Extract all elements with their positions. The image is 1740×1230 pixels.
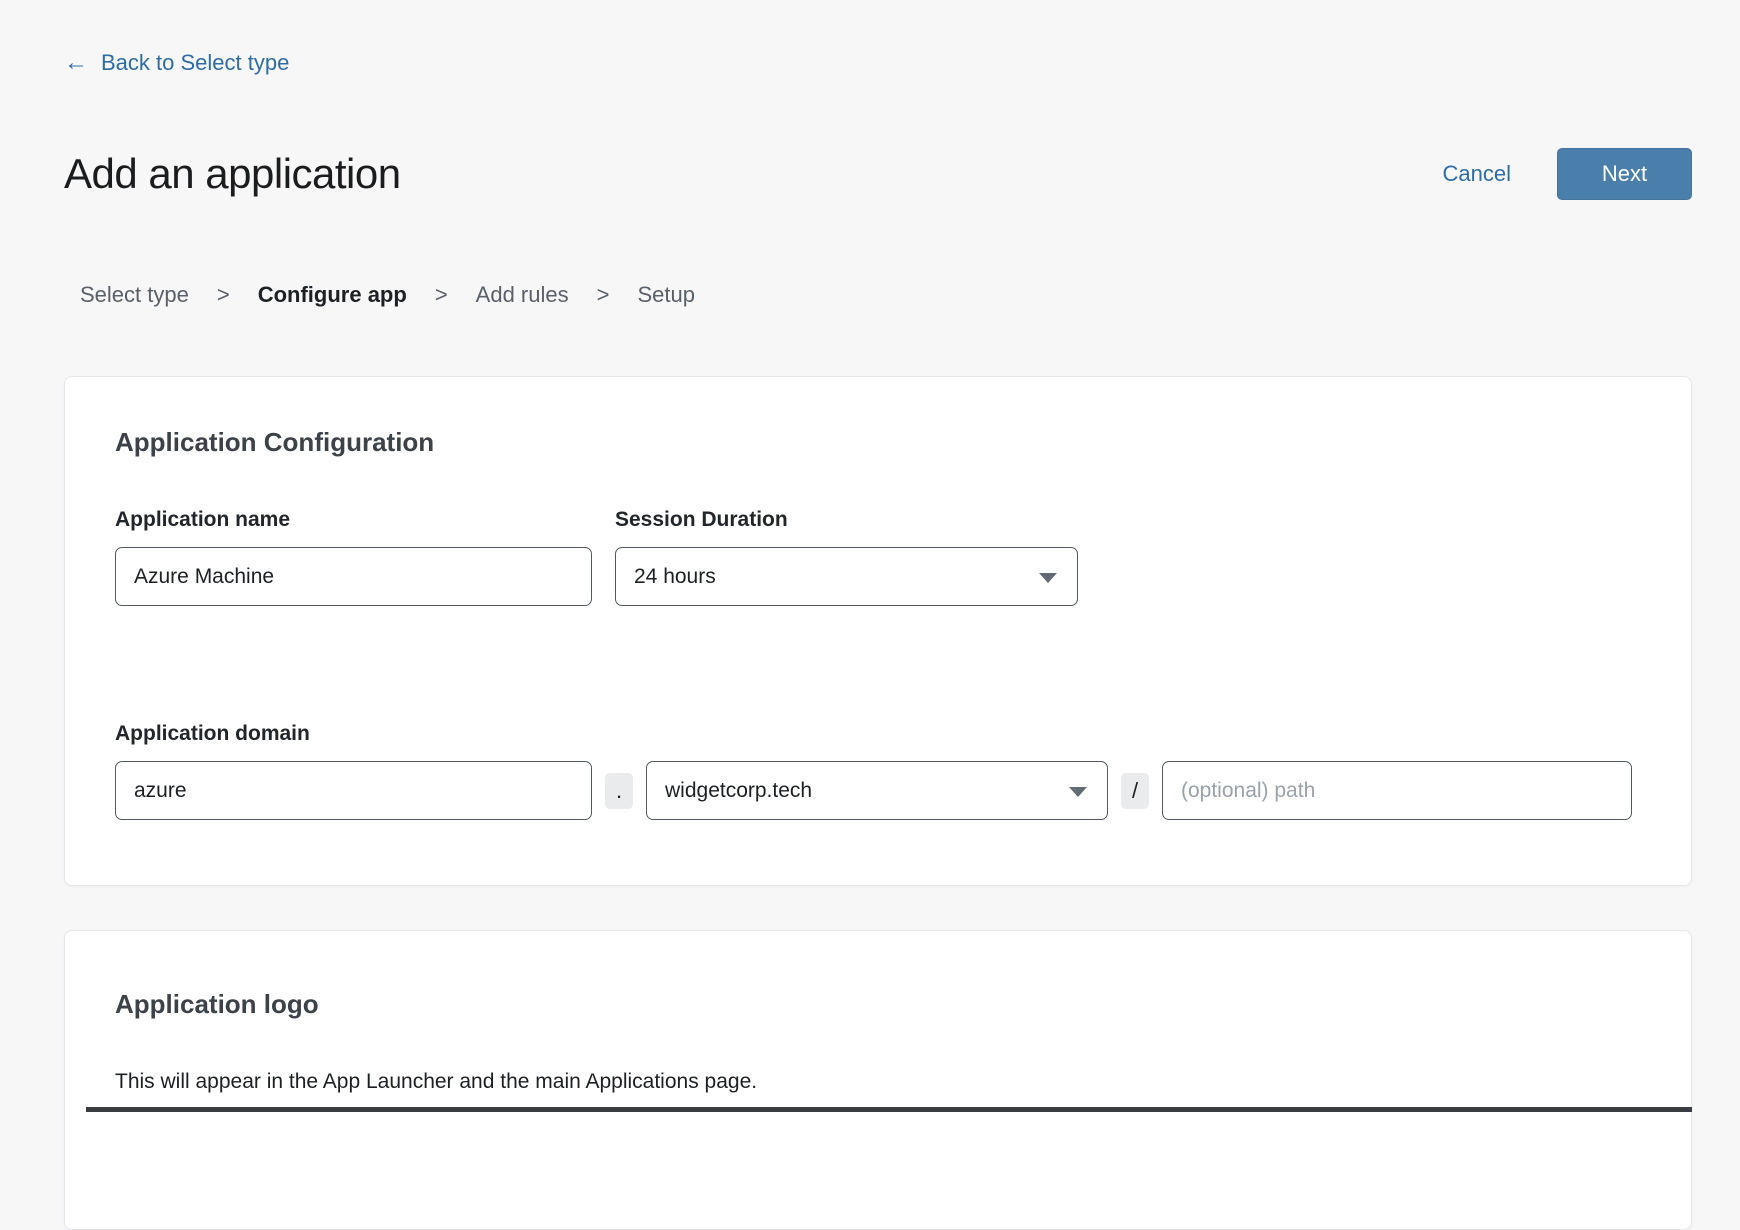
name-session-row: Application name Session Duration 24 hou… (115, 508, 1643, 606)
slash-separator-chip: / (1121, 773, 1149, 809)
page-header: Add an application Cancel Next (64, 148, 1692, 200)
session-duration-select[interactable]: 24 hours (615, 547, 1078, 606)
wizard-breadcrumb: Select type > Configure app > Add rules … (64, 282, 1692, 308)
session-duration-field-group: Session Duration 24 hours (615, 508, 1078, 606)
session-duration-selected-value: 24 hours (634, 565, 716, 589)
application-configuration-title: Application Configuration (115, 427, 1643, 458)
cutoff-element-top-edge (86, 1107, 1692, 1112)
application-logo-description: This will appear in the App Launcher and… (115, 1070, 1643, 1094)
breadcrumb-step-select-type[interactable]: Select type (80, 282, 189, 308)
breadcrumb-separator: > (217, 282, 230, 308)
path-input[interactable] (1162, 761, 1632, 820)
breadcrumb-step-setup[interactable]: Setup (637, 282, 695, 308)
header-actions: Cancel Next (1443, 148, 1692, 200)
application-domain-row: . widgetcorp.tech / (115, 761, 1643, 820)
breadcrumb-separator: > (597, 282, 610, 308)
application-domain-label: Application domain (115, 722, 1643, 746)
application-logo-title: Application logo (115, 989, 1643, 1020)
session-duration-label: Session Duration (615, 508, 1078, 532)
subdomain-input[interactable] (115, 761, 592, 820)
breadcrumb-separator: > (435, 282, 448, 308)
page-title: Add an application (64, 150, 401, 198)
application-name-field-group: Application name (115, 508, 592, 606)
application-name-input[interactable] (115, 547, 592, 606)
back-to-select-type-link[interactable]: ← Back to Select type (64, 50, 289, 76)
domain-selected-value: widgetcorp.tech (665, 779, 812, 803)
back-link-label: Back to Select type (101, 50, 289, 76)
chevron-down-icon (1039, 573, 1057, 583)
breadcrumb-step-configure-app[interactable]: Configure app (258, 282, 407, 308)
add-application-page: ← Back to Select type Add an application… (0, 0, 1740, 1230)
application-domain-field-group: Application domain . widgetcorp.tech / (115, 722, 1643, 820)
application-logo-card: Application logo This will appear in the… (64, 930, 1692, 1230)
application-name-label: Application name (115, 508, 592, 532)
cancel-button[interactable]: Cancel (1443, 161, 1511, 187)
chevron-down-icon (1069, 787, 1087, 797)
domain-select[interactable]: widgetcorp.tech (646, 761, 1108, 820)
back-arrow-icon: ← (64, 51, 88, 75)
next-button[interactable]: Next (1557, 148, 1692, 200)
breadcrumb-step-add-rules[interactable]: Add rules (476, 282, 569, 308)
dot-separator-chip: . (605, 773, 633, 809)
application-configuration-card: Application Configuration Application na… (64, 376, 1692, 886)
